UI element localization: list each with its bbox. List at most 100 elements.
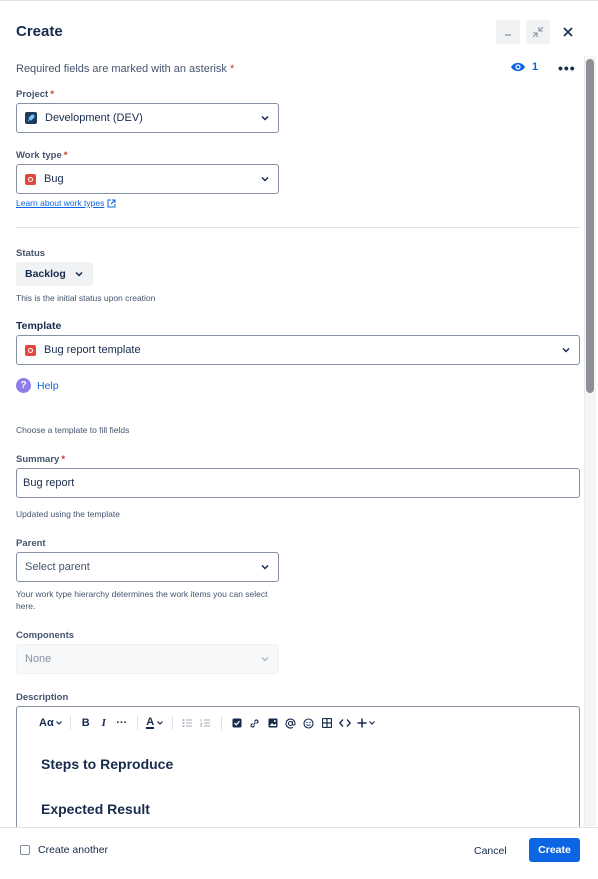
learn-work-types-link[interactable]: Learn about work types [16,198,116,208]
parent-placeholder: Select parent [25,561,90,573]
project-label-text: Project [16,89,49,100]
work-type-value: Bug [44,173,64,185]
section-divider [16,227,580,228]
parent-label: Parent [16,538,46,549]
create-dialog: Create Required fields are marked with a… [0,0,598,879]
chevron-down-icon [260,654,270,664]
summary-input[interactable]: Bug report [16,468,580,498]
image-icon [268,718,278,728]
chevron-down-icon [74,269,84,279]
mention-button[interactable] [282,715,300,731]
chevron-down-icon [368,721,375,725]
description-label: Description [16,692,69,703]
cancel-button[interactable]: Cancel [466,840,515,862]
checkbox-box[interactable] [20,845,30,855]
description-heading: Steps to Reproduce [41,756,174,772]
italic-button[interactable]: I [95,715,113,731]
required-star: * [229,63,235,75]
table-icon [321,718,332,728]
components-select: None [16,644,279,674]
status-help: This is the initial status upon creation [16,293,156,303]
close-button[interactable] [556,20,580,44]
chevron-down-icon [157,721,164,725]
status-dropdown[interactable]: Backlog [16,262,93,286]
eye-icon [511,62,525,72]
bullet-list-button[interactable] [179,715,197,731]
external-link-icon [107,199,116,207]
parent-help: Your work type hierarchy determines the … [16,589,268,611]
project-value: Development (DEV) [45,112,143,124]
components-label: Components [16,630,75,641]
work-type-select[interactable]: Bug [16,164,279,194]
chevron-down-icon [55,721,62,725]
project-label: Project * [16,89,54,100]
learn-work-types-text: Learn about work types [16,198,105,208]
create-another-checkbox[interactable]: Create another [20,844,108,856]
required-star: * [63,150,68,161]
chevron-down-icon [260,113,270,123]
shrink-button[interactable] [526,20,550,44]
emoji-button[interactable] [300,715,318,731]
minimize-icon [505,34,511,36]
toolbar-divider [69,716,71,730]
bug-icon [25,344,36,356]
work-type-label: Work type * [16,150,67,161]
chevron-down-icon [260,562,270,572]
minimize-button[interactable] [496,20,520,44]
shrink-icon [532,26,544,38]
insert-more-button[interactable] [354,715,378,731]
template-select[interactable]: Bug report template [16,335,580,365]
required-star: * [61,454,66,465]
text-color-button[interactable]: A [144,715,166,731]
components-placeholder: None [25,653,52,665]
template-value: Bug report template [44,344,141,356]
text-color-label: A [146,716,155,729]
summary-label-text: Summary [16,454,60,465]
summary-help: Updated using the template [16,509,120,519]
plus-icon [357,718,367,728]
dialog-title: Create [16,23,63,40]
more-actions-button[interactable]: ••• [558,60,576,76]
create-button[interactable]: Create [529,838,580,862]
image-button[interactable] [264,715,282,731]
required-note-text: Required fields are marked with an aster… [16,63,227,75]
toolbar-divider [220,716,222,730]
numbered-list-button[interactable] [197,715,215,731]
template-help-link[interactable]: ? Help [16,378,59,393]
status-label: Status [16,248,46,259]
watch-count: 1 [532,61,539,73]
action-item-button[interactable] [228,715,246,731]
required-star: * [50,89,54,100]
text-style-label: Aα [39,717,54,729]
toolbar-divider [171,716,173,730]
close-icon [563,27,573,37]
question-icon: ? [16,378,31,393]
scrollbar-thumb[interactable] [586,59,594,393]
numbered-list-icon [200,719,211,727]
help-text: Help [37,379,59,392]
checkbox-icon [232,718,242,728]
template-help: Choose a template to fill fields [16,425,130,435]
more-formatting-button[interactable]: ··· [113,715,131,731]
link-button[interactable] [246,715,264,731]
description-editor[interactable]: Aα B I ··· A Steps to Reproduce Expected… [16,706,580,831]
project-select[interactable]: Development (DEV) [16,103,279,133]
toolbar-divider [136,716,138,730]
link-icon [250,718,259,728]
description-heading: Expected Result [41,801,150,817]
create-another-label: Create another [38,844,109,856]
required-note: Required fields are marked with an aster… [16,63,234,75]
code-button[interactable] [336,715,354,731]
code-icon [338,719,351,727]
summary-label: Summary * [16,454,65,465]
table-button[interactable] [318,715,336,731]
chevron-down-icon [561,345,571,355]
bug-icon [25,173,36,185]
rocket-icon [25,112,37,124]
chevron-down-icon [260,174,270,184]
text-style-button[interactable]: Aα [37,715,64,731]
bold-button[interactable]: B [77,715,95,731]
parent-select[interactable]: Select parent [16,552,279,582]
mention-icon [285,718,296,729]
watchers-button[interactable]: 1 [510,61,538,73]
